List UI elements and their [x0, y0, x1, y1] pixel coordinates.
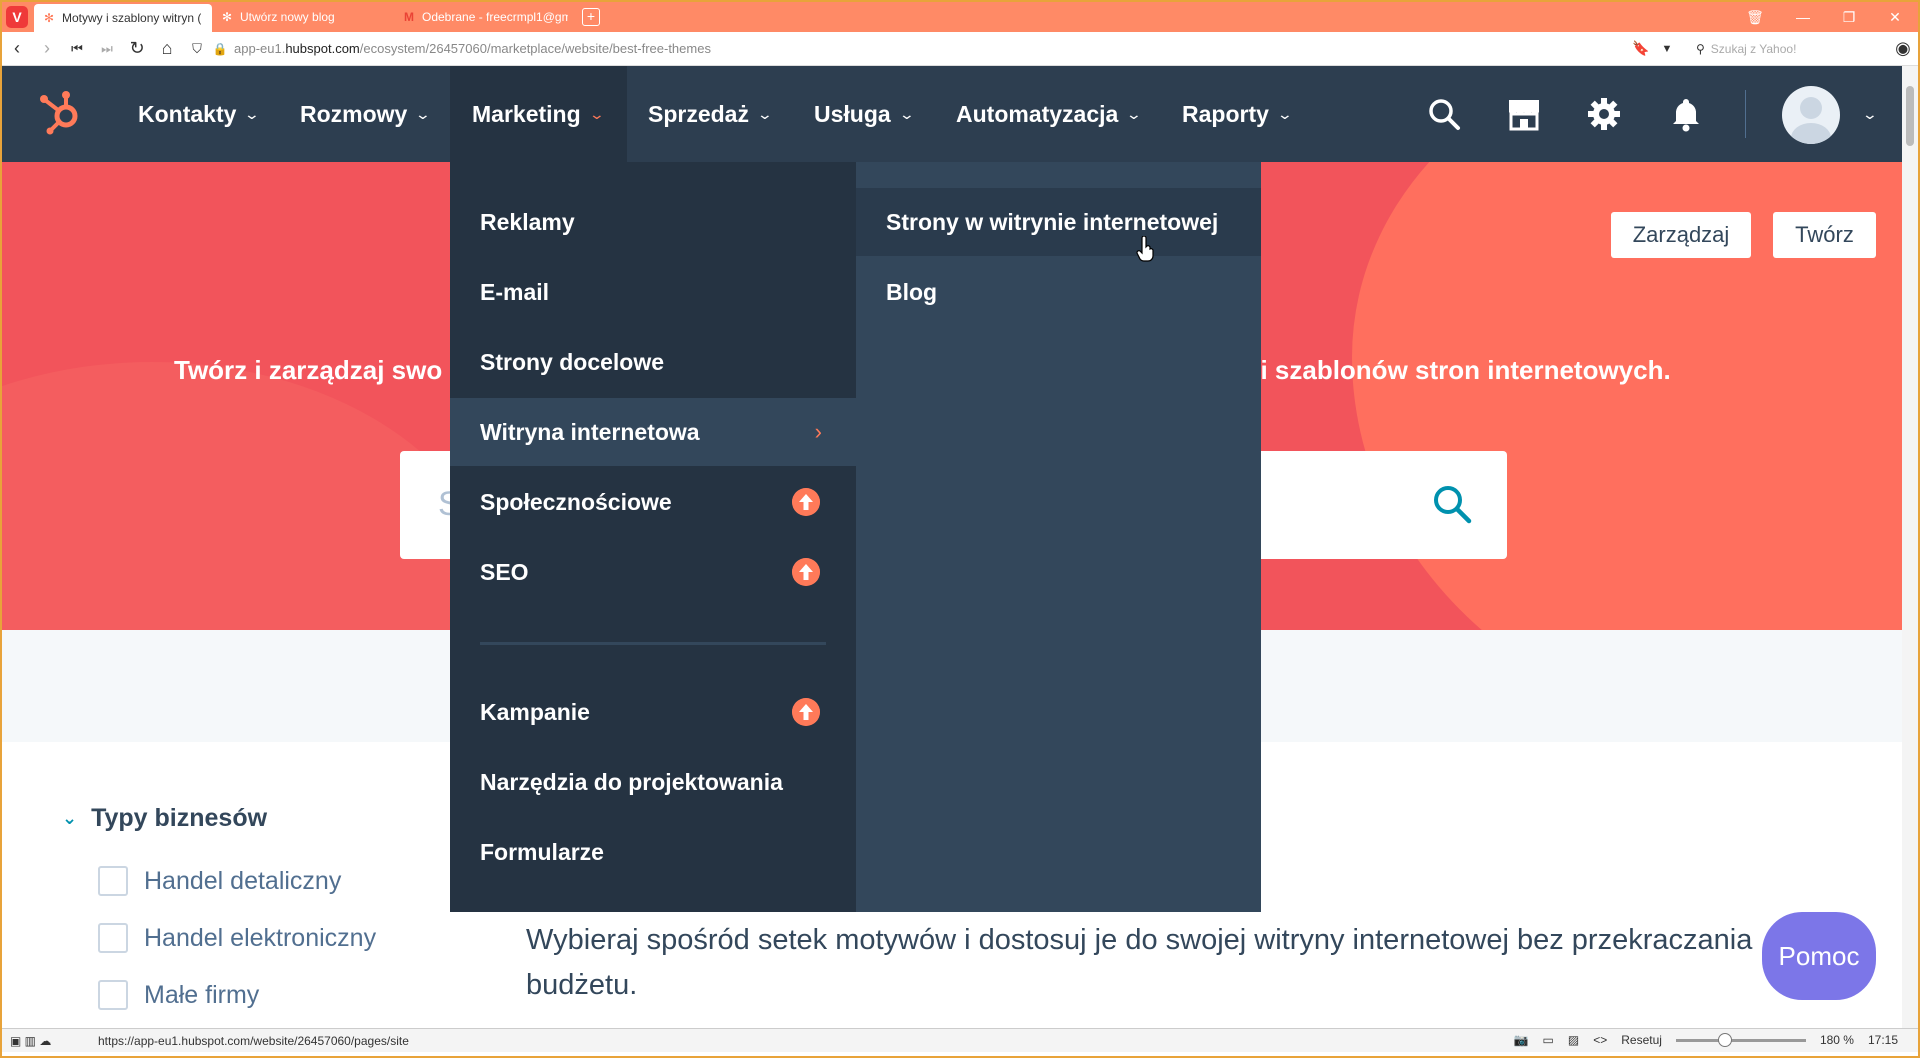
tab-bar: V ✻ Motywy i szablony witryn ( ✻ Utwórz … — [2, 2, 1918, 32]
tab-new-blog[interactable]: ✻ Utwórz nowy blog — [212, 2, 394, 32]
settings-gear-icon[interactable] — [1586, 96, 1622, 132]
upgrade-arrow-icon — [792, 698, 820, 726]
restore-icon[interactable]: ❐ — [1826, 2, 1872, 32]
search-icon[interactable] — [1431, 483, 1473, 525]
nav-contacts[interactable]: Kontakty ⌄ — [138, 66, 261, 162]
checkbox-small-business[interactable]: Małe firmy — [98, 980, 259, 1010]
zoom-slider-knob[interactable] — [1717, 1032, 1732, 1047]
fast-forward-icon[interactable]: ⏭ — [92, 34, 122, 64]
image-icon[interactable]: ▨ — [1568, 1033, 1579, 1047]
account-chevron-down-icon[interactable]: ⌄ — [1862, 66, 1878, 162]
marketplace-icon[interactable] — [1506, 96, 1542, 132]
menu-item-email[interactable]: E-mail — [450, 258, 856, 326]
hubspot-favicon-icon: ✻ — [221, 10, 233, 24]
lock-icon: 🔒 — [212, 41, 228, 56]
menu-item-ads[interactable]: Reklamy — [450, 188, 856, 256]
code-icon[interactable]: <> — [1593, 1033, 1607, 1047]
checkbox[interactable] — [98, 866, 128, 896]
window-icon[interactable]: ▭ — [1543, 1033, 1554, 1047]
menu-item-design-tools[interactable]: Narzędzia do projektowania — [450, 748, 856, 816]
submenu-item-website-pages[interactable]: Strony w witrynie internetowej — [856, 188, 1261, 256]
panel-toggle-icon[interactable]: ▣ ▥ ☁ — [10, 1034, 51, 1048]
business-types-toggle[interactable]: ⌄ Typy biznesów — [62, 804, 267, 833]
submenu-item-blog[interactable]: Blog — [856, 258, 1261, 326]
status-controls: 📷 ▭ ▨ <> Resetuj 180 % 17:15 — [1514, 1032, 1898, 1047]
nav-divider — [1745, 90, 1746, 138]
create-button[interactable]: Twórz — [1773, 212, 1876, 258]
hubspot-logo-icon[interactable] — [36, 88, 84, 136]
chevron-down-icon: ⌄ — [414, 105, 432, 122]
upgrade-arrow-icon — [792, 488, 820, 516]
hubspot-nav: Kontakty ⌄ Rozmowy ⌄ Marketing ⌄ Sprzedaż ⌄ … — [2, 66, 1902, 162]
checkbox[interactable] — [98, 923, 128, 953]
back-icon[interactable]: ‹ — [2, 34, 32, 64]
tab-themes[interactable]: ✻ Motywy i szablony witryn ( — [34, 4, 212, 32]
clock: 17:15 — [1867, 1033, 1898, 1047]
url-field[interactable]: app-eu1.hubspot.com/ecosystem/26457060/m… — [234, 41, 711, 56]
menu-item-website[interactable]: Witryna internetowa › — [450, 398, 856, 466]
tab-gmail[interactable]: M Odebrane - freecrmpl1@gm — [394, 2, 576, 32]
checkbox-retail[interactable]: Handel detaliczny — [98, 866, 341, 896]
nav-marketing[interactable]: Marketing ⌄ — [450, 66, 627, 162]
status-url: https://app-eu1.hubspot.com/website/2645… — [98, 1033, 409, 1048]
chevron-down-icon[interactable]: ▼ — [1652, 34, 1682, 64]
hubspot-favicon-icon: ✻ — [43, 11, 55, 25]
checkbox-ecommerce[interactable]: Handel elektroniczny — [98, 923, 376, 953]
vivaldi-logo-icon[interactable]: V — [6, 6, 28, 28]
checkbox[interactable] — [98, 980, 128, 1010]
reload-icon[interactable]: ↻ — [122, 34, 152, 64]
chevron-down-icon: ⌄ — [244, 105, 261, 122]
search-icon[interactable] — [1426, 96, 1462, 132]
zoom-level: 180 % — [1819, 1033, 1854, 1047]
manage-button[interactable]: Zarządzaj — [1611, 212, 1751, 258]
notifications-bell-icon[interactable] — [1668, 96, 1704, 132]
menu-item-forms[interactable]: Formularze — [450, 818, 856, 886]
chevron-down-icon: ⌄ — [1125, 105, 1143, 122]
home-icon[interactable]: ⌂ — [152, 34, 182, 64]
hand-cursor-icon — [1136, 236, 1154, 262]
menu-item-landing-pages[interactable]: Strony docelowe — [450, 328, 856, 396]
upgrade-arrow-icon — [792, 558, 820, 586]
address-bar: ‹ › ⏮ ⏭ ↻ ⌂ ⛉ 🔒 app-eu1.hubspot.com/ecos… — [2, 32, 1918, 66]
nav-reports[interactable]: Raporty ⌄ — [1182, 66, 1293, 162]
nav-service[interactable]: Usługa ⌄ — [814, 66, 915, 162]
chevron-down-icon: ⌄ — [756, 105, 774, 122]
chevron-down-icon: ⌄ — [588, 105, 605, 122]
search-icon: ⚲ — [1696, 42, 1705, 56]
chevron-down-icon: ⌄ — [1276, 105, 1293, 122]
trash-icon[interactable]: 🗑 — [1732, 2, 1778, 32]
close-icon[interactable]: ✕ — [1872, 2, 1918, 32]
help-button[interactable]: Pomoc — [1762, 912, 1876, 1000]
forward-icon[interactable]: › — [32, 34, 62, 64]
zoom-slider[interactable] — [1675, 1032, 1806, 1047]
user-avatar-icon — [1791, 97, 1831, 144]
rewind-icon[interactable]: ⏮ — [62, 34, 92, 64]
avatar[interactable] — [1782, 86, 1840, 144]
profile-icon[interactable]: ◉ — [1888, 34, 1918, 64]
themes-description: Wybieraj spośród setek motywów i dostosu… — [526, 924, 1753, 1001]
new-tab-button[interactable]: + — [582, 8, 600, 26]
status-bar: ▣ ▥ ☁ https://app-eu1.hubspot.com/websit… — [2, 1028, 1918, 1052]
browser-search-input[interactable]: ⚲ Szukaj z Yahoo! — [1690, 36, 1890, 62]
page-scrollbar[interactable] — [1902, 66, 1918, 1028]
shield-icon[interactable]: ⛉ — [182, 34, 212, 64]
scrollbar-thumb[interactable] — [1906, 86, 1914, 146]
menu-item-seo[interactable]: SEO — [450, 538, 856, 606]
menu-divider — [480, 642, 826, 645]
zoom-reset-button[interactable]: Resetuj — [1621, 1033, 1662, 1047]
website-submenu: Strony w witrynie internetowej Blog — [856, 162, 1261, 912]
chevron-down-icon: ⌄ — [898, 105, 915, 122]
menu-item-social[interactable]: Społecznościowe — [450, 468, 856, 536]
marketing-menu: Reklamy E-mail Strony docelowe Witryna i… — [450, 162, 856, 912]
menu-item-campaigns[interactable]: Kampanie — [450, 678, 856, 746]
gmail-favicon-icon: M — [404, 10, 414, 24]
nav-sales[interactable]: Sprzedaż ⌄ — [648, 66, 774, 162]
camera-icon[interactable]: 📷 — [1514, 1033, 1529, 1047]
browser-window: V ✻ Motywy i szablony witryn ( ✻ Utwórz … — [0, 0, 1920, 1058]
chevron-right-icon: › — [814, 419, 822, 444]
nav-automation[interactable]: Automatyzacja ⌄ — [956, 66, 1143, 162]
minimize-icon[interactable]: — — [1780, 2, 1826, 32]
chevron-down-icon: ⌄ — [62, 808, 78, 828]
nav-conversations[interactable]: Rozmowy ⌄ — [300, 66, 432, 162]
